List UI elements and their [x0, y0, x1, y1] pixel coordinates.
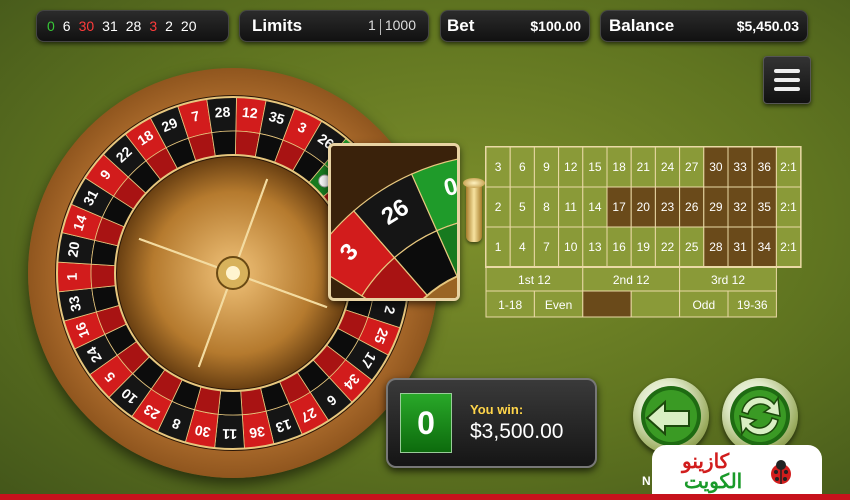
button-caption: N — [642, 474, 651, 488]
bet-cell-label: 30 — [709, 160, 723, 174]
bet-cell-label: 24 — [661, 160, 675, 174]
bet-cell-label: 10 — [564, 240, 578, 254]
bet-cell-label: 1 — [495, 240, 502, 254]
bet-cell-label: 12 — [564, 160, 578, 174]
limits-panel: Limits 1 1000 — [239, 10, 429, 42]
history-number: 30 — [78, 18, 95, 34]
spin-history: 0 6 30 31 28 3 2 20 — [36, 10, 229, 42]
limits-value: 1 1000 — [368, 17, 416, 35]
betting-grid[interactable]: 3 6 9 12 15 18 21 24 27 30 33 36 2:12 5 8 11 14 17 20 23 26 2… — [462, 144, 812, 350]
bet-cell-label: 29 — [709, 200, 723, 214]
bet-cell-label: 26 — [685, 200, 699, 214]
bet-cell-label: 6 — [519, 160, 526, 174]
wheel-pocket — [217, 389, 243, 416]
bet-cell-label: 14 — [588, 200, 602, 214]
wheel-number-label: 20 — [64, 240, 82, 258]
balance-panel: Balance $5,450.03 — [600, 10, 808, 42]
bet-cell-label: 22 — [661, 240, 675, 254]
bet-cell-label: 28 — [709, 240, 723, 254]
bet-cell-label: 17 — [612, 200, 626, 214]
bottom-accent-strip — [0, 494, 850, 500]
win-amount: $3,500.00 — [470, 420, 564, 443]
wheel-number-label: 11 — [222, 426, 237, 442]
bet-label: Bet — [447, 16, 475, 35]
winning-number: 0 — [400, 393, 452, 453]
wheel-number-label: 36 — [248, 423, 266, 441]
limits-min: 1 — [368, 17, 376, 34]
bet-cell-label: 4 — [519, 240, 526, 254]
bet-cell-label: 11 — [564, 200, 577, 214]
dozen-label: 3rd 12 — [711, 273, 745, 287]
bet-cell-label: 3 — [495, 160, 502, 174]
bet-cell-label: 9 — [543, 160, 550, 174]
bet-cell-label: 2:1 — [780, 200, 797, 214]
respin-button[interactable] — [722, 378, 798, 454]
bet-cell-label: 20 — [637, 200, 651, 214]
outside-bet — [582, 290, 632, 318]
ladybug-icon — [771, 460, 791, 484]
history-number: 6 — [62, 18, 71, 34]
bet-cell-label: 21 — [637, 160, 651, 174]
respin-arrows-icon — [730, 386, 790, 446]
history-number: 3 — [149, 18, 158, 34]
outside-bet-label: 19-36 — [737, 298, 768, 312]
dozen-label: 2nd 12 — [613, 273, 650, 287]
outside-bet — [630, 290, 681, 318]
bet-cell-label: 27 — [685, 160, 699, 174]
bet-cell-label: 5 — [519, 200, 526, 214]
history-number: 2 — [165, 18, 173, 34]
history-number: 31 — [102, 18, 118, 34]
ball-zoom-view: 326032 — [328, 143, 460, 301]
bet-cell-label: 25 — [685, 240, 699, 254]
wheel-pocket — [211, 130, 237, 157]
wheel-number-label: 1 — [64, 272, 80, 280]
bet-cell-label: 15 — [588, 160, 602, 174]
bet-cell-label: 19 — [637, 240, 651, 254]
outside-bet-label: Odd — [692, 298, 715, 312]
menu-button[interactable] — [763, 56, 811, 104]
wheel-number-label: 28 — [214, 104, 231, 121]
wheel-pocket — [90, 263, 117, 289]
bet-cell-label: 33 — [733, 160, 747, 174]
bet-cell-label: 36 — [758, 160, 772, 174]
bet-cell-label: 13 — [588, 240, 602, 254]
bet-value: $100.00 — [530, 18, 581, 34]
balance-label: Balance — [609, 16, 675, 35]
bet-cell-label: 16 — [612, 240, 626, 254]
bet-cell-label: 8 — [543, 200, 550, 214]
site-logo: كازينو الكويت — [652, 445, 822, 495]
result-panel: 0 You win: $3,500.00 — [386, 378, 597, 468]
bet-cell-label: 34 — [758, 240, 772, 254]
betting-table[interactable]: 3 6 9 12 15 18 21 24 27 30 33 36 2:1 2 5 8 11 14 17 20 23 26 2… — [462, 144, 812, 350]
bet-cell-label: 35 — [758, 200, 772, 214]
undo-arrow-icon — [641, 386, 701, 446]
limits-max: 1000 — [384, 17, 416, 34]
history-number: 0 — [47, 18, 55, 34]
bet-panel: Bet $100.00 — [440, 10, 590, 42]
undo-button[interactable] — [633, 378, 709, 454]
bet-cell-label: 31 — [733, 240, 747, 254]
limits-label: Limits — [252, 16, 303, 35]
wheel-number-label: 33 — [65, 294, 84, 313]
outside-bet-label: Even — [545, 298, 572, 312]
wheel-number-label: 30 — [193, 422, 212, 441]
bet-cell-label: 2:1 — [780, 160, 797, 174]
history-number: 20 — [180, 18, 197, 34]
outside-bet-label: 1-18 — [498, 298, 522, 312]
bet-cell-label: 18 — [612, 160, 626, 174]
history-number: 28 — [125, 18, 142, 34]
zoom-graphic: 326032 — [331, 146, 457, 298]
bet-cell-label: 32 — [733, 200, 747, 214]
logo-text-line2: الكويت — [684, 471, 743, 493]
balance-value: $5,450.03 — [736, 18, 799, 34]
you-win-label: You win: — [470, 402, 524, 417]
bet-cell-label: 7 — [543, 240, 550, 254]
hamburger-icon — [774, 69, 800, 73]
bet-cell-label: 23 — [661, 200, 675, 214]
bet-cell-label: 2:1 — [780, 240, 797, 254]
dozen-label: 1st 12 — [518, 273, 551, 287]
wheel-number-label: 12 — [241, 104, 258, 122]
bet-cell-label: 2 — [495, 200, 502, 214]
